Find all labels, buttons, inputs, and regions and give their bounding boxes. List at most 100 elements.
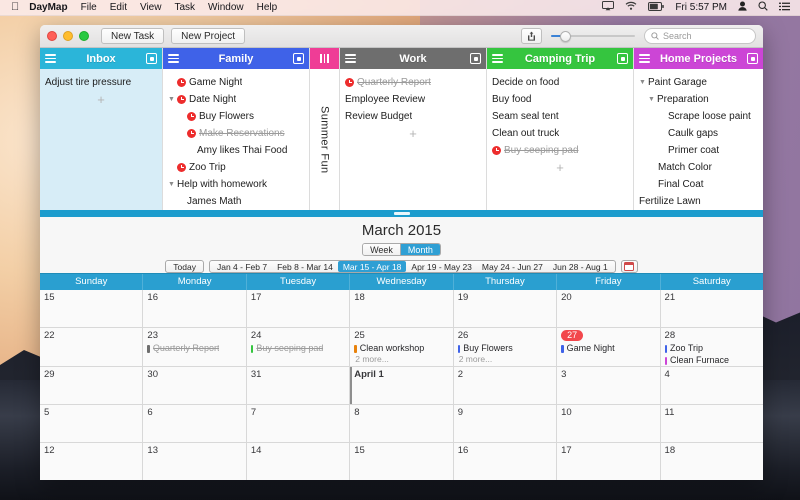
task-item[interactable]: ▼ Preparation [634, 91, 763, 108]
date-range-option[interactable]: Jun 28 - Aug 1 [548, 261, 613, 272]
calendar-event[interactable]: Clean Furnace [664, 355, 760, 366]
view-mode-month[interactable]: Month [399, 244, 440, 255]
user-icon[interactable] [738, 1, 747, 14]
disclosure-icon[interactable] [293, 53, 304, 64]
task-item[interactable]: Zoo Trip [163, 159, 309, 176]
project-header-summer-fun[interactable] [310, 48, 339, 69]
calendar-day-cell[interactable]: 12 [40, 443, 144, 480]
maximize-button[interactable] [79, 31, 89, 41]
wifi-icon[interactable] [625, 1, 637, 14]
menu-item-file[interactable]: File [81, 2, 97, 13]
calendar-day-cell[interactable]: 18 [350, 290, 454, 327]
menu-item-view[interactable]: View [140, 2, 162, 13]
battery-icon[interactable] [648, 1, 665, 14]
calendar-day-cell[interactable]: 19 [453, 290, 558, 327]
task-item[interactable]: James Math [163, 193, 309, 210]
calendar-day-cell[interactable]: 23 Quarterly Report [143, 328, 247, 366]
task-item[interactable]: Buy seeping pad [487, 142, 633, 159]
apple-logo-icon[interactable]:  [11, 2, 19, 13]
calendar-day-cell[interactable]: 17 [557, 443, 661, 480]
menu-item-task[interactable]: Task [174, 2, 195, 13]
project-header-work[interactable]: Work [340, 48, 486, 69]
calendar-day-cell[interactable]: 15 [40, 290, 144, 327]
calendar-day-cell[interactable]: 31 [246, 367, 351, 404]
calendar-event[interactable]: Buy seeping pad [250, 343, 346, 354]
spotlight-search-icon[interactable] [758, 1, 768, 14]
notification-center-icon[interactable] [779, 2, 790, 14]
menu-item-daymap[interactable]: DayMap [29, 2, 67, 13]
calendar-day-cell[interactable]: 11 [660, 405, 763, 442]
calendar-day-cell[interactable]: 15 [350, 443, 454, 480]
menu-clock[interactable]: Fri 5:57 PM [675, 2, 727, 13]
task-item[interactable]: ▼ Date Night [163, 91, 309, 108]
calendar-day-cell[interactable]: 2 [453, 367, 558, 404]
calendar-day-cell[interactable]: 16 [453, 443, 558, 480]
calendar-day-cell[interactable]: 20 [557, 290, 661, 327]
task-item[interactable]: Employee Review [340, 91, 486, 108]
disclosure-icon[interactable] [617, 53, 628, 64]
project-header-home-projects[interactable]: Home Projects [634, 48, 763, 69]
hamburger-icon[interactable] [345, 54, 356, 63]
disclosure-triangle-icon[interactable]: ▼ [168, 93, 177, 106]
calendar-view-mode-switch[interactable]: Week Month [362, 243, 441, 256]
task-item[interactable]: Scrape loose paint [634, 108, 763, 125]
project-header-camping-trip[interactable]: Camping Trip [487, 48, 633, 69]
calendar-picker-button[interactable] [620, 260, 638, 273]
hamburger-icon[interactable] [45, 54, 56, 63]
minimize-button[interactable] [63, 31, 73, 41]
task-item[interactable]: ▼ Paint Garage [634, 74, 763, 91]
calendar-day-cell[interactable]: 9 [453, 405, 558, 442]
calendar-day-cell[interactable]: 26 Buy Flowers 2 more... [453, 328, 558, 366]
date-range-option[interactable]: Jan 4 - Feb 7 [212, 261, 272, 272]
calendar-event[interactable]: Buy Flowers [457, 343, 553, 354]
calendar-day-cell[interactable]: 4 [660, 367, 763, 404]
calendar-day-cell[interactable]: 14 [246, 443, 351, 480]
disclosure-triangle-icon[interactable]: ▼ [168, 178, 177, 191]
task-item[interactable]: Decide on food [487, 74, 633, 91]
today-button[interactable]: Today [165, 260, 204, 273]
calendar-day-cell[interactable]: 22 [40, 328, 144, 366]
calendar-day-cell[interactable]: 18 [660, 443, 763, 480]
task-item[interactable]: Make Reservations [163, 125, 309, 142]
calendar-day-cell[interactable]: 28 Zoo Trip Clean Furnace [660, 328, 763, 366]
disclosure-icon[interactable] [146, 53, 157, 64]
calendar-day-cell[interactable]: 27 Game Night [557, 328, 661, 366]
panel-splitter[interactable] [40, 210, 763, 217]
task-item[interactable]: Clean out truck [487, 125, 633, 142]
date-range-option[interactable]: May 24 - Jun 27 [477, 261, 548, 272]
disclosure-triangle-icon[interactable]: ▼ [639, 76, 648, 89]
disclosure-icon[interactable] [747, 53, 758, 64]
calendar-event[interactable]: Quarterly Report [147, 343, 242, 354]
hamburger-icon[interactable] [492, 54, 503, 63]
view-mode-week[interactable]: Week [363, 244, 400, 255]
task-item[interactable]: Final Coat [634, 176, 763, 193]
task-item[interactable]: Adjust tire pressure [40, 74, 162, 91]
calendar-day-cell[interactable]: 8 [350, 405, 454, 442]
date-range-selector[interactable]: Jan 4 - Feb 7 Feb 8 - Mar 14 Mar 15 - Apr … [208, 260, 616, 273]
task-item[interactable]: Game Night [163, 74, 309, 91]
menu-item-window[interactable]: Window [208, 2, 244, 13]
calendar-day-cell[interactable]: 5 [40, 405, 144, 442]
calendar-event[interactable]: Zoo Trip [664, 343, 760, 354]
task-item[interactable]: Review Budget [340, 108, 486, 125]
more-events-link[interactable]: 2 more... [458, 354, 553, 365]
new-project-button[interactable]: New Project [171, 28, 246, 44]
more-events-link[interactable]: 2 more... [354, 354, 449, 365]
new-task-button[interactable]: New Task [101, 28, 165, 44]
date-range-option[interactable]: Apr 19 - May 23 [406, 261, 476, 272]
project-header-inbox[interactable]: Inbox [40, 48, 162, 69]
airplay-icon[interactable] [602, 1, 615, 14]
column-bars-icon[interactable] [320, 54, 329, 63]
calendar-day-cell[interactable]: 16 [143, 290, 247, 327]
task-item[interactable]: ▼ Help with homework [163, 176, 309, 193]
task-item[interactable]: Seam seal tent [487, 108, 633, 125]
calendar-day-cell[interactable]: 7 [246, 405, 351, 442]
date-range-option[interactable]: Feb 8 - Mar 14 [272, 261, 338, 272]
disclosure-triangle-icon[interactable]: ▼ [648, 93, 657, 106]
hamburger-icon[interactable] [639, 54, 650, 63]
calendar-day-cell[interactable]: 6 [143, 405, 247, 442]
calendar-day-cell[interactable]: April 1 [350, 367, 454, 404]
disclosure-icon[interactable] [470, 53, 481, 64]
task-item[interactable]: Quarterly Report [340, 74, 486, 91]
add-task-button[interactable]: + [340, 125, 486, 141]
